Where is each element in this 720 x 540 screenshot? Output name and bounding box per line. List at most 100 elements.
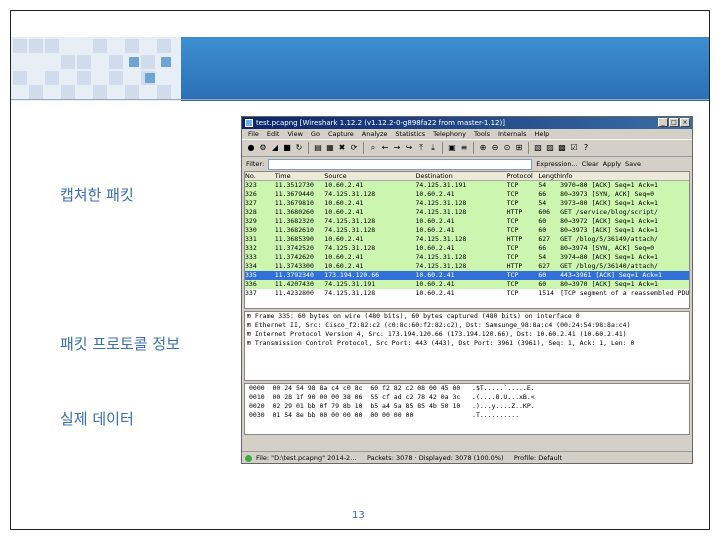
column-header-protocol[interactable]: Protocol bbox=[507, 172, 539, 180]
packet-row[interactable]: 332 11.3742520 74.125.31.128 10.60.2.41 TCP 6… bbox=[245, 244, 689, 253]
apply-button[interactable]: Apply bbox=[603, 160, 621, 168]
packet-bytes-pane[interactable]: 0000 00 24 54 98 8a c4 c0 8c 60 f2 82 c2… bbox=[244, 383, 690, 435]
menu-view[interactable]: View bbox=[287, 129, 302, 139]
status-profile[interactable]: Profile: Default bbox=[514, 454, 562, 462]
packet-cell-len: 60 bbox=[538, 217, 547, 225]
packet-cell-len: 60 bbox=[538, 280, 547, 288]
packet-row[interactable]: 337 11.4232800 74.125.31.128 10.60.2.41 TCP 1… bbox=[245, 289, 689, 298]
packet-cell-src: 10.60.2.41 bbox=[324, 208, 364, 216]
open-icon[interactable]: ▤ bbox=[313, 143, 323, 153]
capture-filter-icon[interactable]: ▧ bbox=[533, 143, 543, 153]
hex-dump-line[interactable]: 0030 01 54 8e bb 00 00 00 00 00 00 00 00… bbox=[245, 411, 689, 420]
display-filter-icon[interactable]: ▨ bbox=[545, 143, 555, 153]
window-titlebar[interactable]: test.pcapng [Wireshark 1.12.2 (v1.12.2-0… bbox=[242, 117, 692, 129]
packet-row[interactable]: 333 11.3742620 10.60.2.41 74.125.31.128 TCP 5… bbox=[245, 253, 689, 262]
packet-row[interactable]: 328 11.3680260 10.60.2.41 74.125.31.128 HTTP… bbox=[245, 208, 689, 217]
column-header-info[interactable]: Info bbox=[560, 172, 689, 180]
hex-dump-line[interactable]: 0020 02 29 01 bb 0f 79 8b 10 b5 a4 5a 85… bbox=[245, 402, 689, 411]
column-header-length[interactable]: Length bbox=[538, 172, 560, 180]
packet-row[interactable]: 335 11.3792340 173.194.120.66 10.60.2.41 TCP… bbox=[245, 271, 689, 280]
colorize-icon[interactable]: ▣ bbox=[447, 143, 457, 153]
save-icon[interactable]: ▦ bbox=[325, 143, 335, 153]
record-icon[interactable]: ● bbox=[246, 143, 256, 153]
back-icon[interactable]: ← bbox=[380, 143, 390, 153]
menu-file[interactable]: File bbox=[248, 129, 259, 139]
help-icon[interactable]: ? bbox=[581, 143, 591, 153]
hex-dump-line[interactable]: 0010 00 28 1f 90 00 00 38 06 55 cf ad c2… bbox=[245, 393, 689, 402]
packet-list-pane[interactable]: No. Time Source Destination Protocol Length In… bbox=[244, 171, 690, 309]
start-icon[interactable]: ◢ bbox=[270, 143, 280, 153]
zoom-reset-icon[interactable]: ⊙ bbox=[502, 143, 512, 153]
expert-info-icon[interactable] bbox=[245, 455, 252, 462]
packet-cell-dst: 10.60.2.41 bbox=[415, 226, 455, 234]
packet-row[interactable]: 329 11.3682320 74.125.31.128 10.60.2.41 TCP 6… bbox=[245, 217, 689, 226]
save-button[interactable]: Save bbox=[625, 160, 641, 168]
close-button[interactable]: × bbox=[680, 118, 690, 127]
coloring-rules-icon[interactable]: ▩ bbox=[557, 143, 567, 153]
menu-help[interactable]: Help bbox=[534, 129, 549, 139]
packet-list-header: No. Time Source Destination Protocol Length In… bbox=[245, 172, 689, 181]
menu-capture[interactable]: Capture bbox=[328, 129, 354, 139]
menu-statistics[interactable]: Statistics bbox=[395, 129, 425, 139]
packet-details-pane[interactable]: ⊞ Frame 335: 60 bytes on wire (480 bits)… bbox=[244, 311, 690, 381]
maximize-button[interactable]: □ bbox=[669, 118, 679, 127]
packet-cell-time: 11.3679810 bbox=[274, 199, 314, 207]
packet-row[interactable]: 334 11.3743300 10.60.2.41 74.125.31.128 HTTP… bbox=[245, 262, 689, 271]
hex-dump-line[interactable]: 0000 00 24 54 98 8a c4 c0 8c 60 f2 82 c2… bbox=[245, 384, 689, 393]
settings-icon[interactable]: ⚙ bbox=[258, 143, 268, 153]
packet-cell-proto: TCP bbox=[506, 253, 519, 261]
forward-icon[interactable]: → bbox=[392, 143, 402, 153]
packet-cell-time: 11.4207430 bbox=[274, 280, 314, 288]
menu-internals[interactable]: Internals bbox=[498, 129, 526, 139]
zoom-out-icon[interactable]: ⊖ bbox=[490, 143, 500, 153]
menu-telephony[interactable]: Telephony bbox=[433, 129, 466, 139]
column-header-source[interactable]: Source bbox=[324, 172, 415, 180]
menu-edit[interactable]: Edit bbox=[267, 129, 280, 139]
menu-analyze[interactable]: Analyze bbox=[362, 129, 388, 139]
packet-cell-time: 11.3743300 bbox=[274, 262, 314, 270]
detail-tree-item[interactable]: ⊞ Frame 335: 60 bytes on wire (480 bits)… bbox=[245, 312, 689, 321]
last-icon[interactable]: ⤓ bbox=[428, 143, 438, 153]
detail-tree-item[interactable]: ⊞ Internet Protocol Version 4, Src: 173.… bbox=[245, 330, 689, 339]
column-header-no[interactable]: No. bbox=[245, 172, 275, 180]
autoscroll-icon[interactable]: ≡ bbox=[459, 143, 469, 153]
packet-cell-proto: TCP bbox=[506, 280, 519, 288]
menu-go[interactable]: Go bbox=[311, 129, 320, 139]
packet-cell-proto: HTTP bbox=[506, 208, 523, 216]
toolbar-separator bbox=[473, 142, 474, 154]
packet-row[interactable]: 330 11.3682610 74.125.31.128 10.60.2.41 TCP 6… bbox=[245, 226, 689, 235]
resize-columns-icon[interactable]: ⊞ bbox=[514, 143, 524, 153]
column-header-destination[interactable]: Destination bbox=[415, 172, 506, 180]
zoom-in-icon[interactable]: ⊕ bbox=[478, 143, 488, 153]
detail-tree-item[interactable]: ⊞ Ethernet II, Src: Cisco_f2:82:c2 (c0:8… bbox=[245, 321, 689, 330]
menu-tools[interactable]: Tools bbox=[474, 129, 490, 139]
packet-cell-len: 66 bbox=[538, 190, 547, 198]
close-file-icon[interactable]: ✖ bbox=[337, 143, 347, 153]
minimize-button[interactable]: _ bbox=[658, 118, 668, 127]
column-header-time[interactable]: Time bbox=[275, 172, 325, 180]
packet-cell-info: [TCP segment of a reassembled PDU] bbox=[560, 289, 689, 297]
stop-icon[interactable]: ■ bbox=[282, 143, 292, 153]
packet-cell-dst: 10.60.2.41 bbox=[415, 244, 455, 252]
toolbar-separator bbox=[528, 142, 529, 154]
packet-row[interactable]: 326 11.3679440 74.125.31.128 10.60.2.41 TCP 6… bbox=[245, 190, 689, 199]
find-icon[interactable]: ⌕ bbox=[368, 143, 378, 153]
filter-input[interactable] bbox=[268, 158, 533, 170]
first-icon[interactable]: ⤒ bbox=[416, 143, 426, 153]
restart-icon[interactable]: ↻ bbox=[294, 143, 304, 153]
reload-icon[interactable]: ⟳ bbox=[349, 143, 359, 153]
packet-row[interactable]: 336 11.4207430 74.125.31.191 10.60.2.41 TCP 6… bbox=[245, 280, 689, 289]
packet-cell-info: GET /blog/5/36149/attach/ bbox=[560, 235, 658, 243]
packet-row[interactable]: 331 11.3685390 10.60.2.41 74.125.31.128 HTTP… bbox=[245, 235, 689, 244]
goto-icon[interactable]: ↪ bbox=[404, 143, 414, 153]
expression-button[interactable]: Expression... bbox=[536, 160, 577, 168]
preferences-icon[interactable]: ☑ bbox=[569, 143, 579, 153]
page-number: 13 bbox=[352, 510, 365, 521]
packet-row[interactable]: 327 11.3679810 10.60.2.41 74.125.31.128 TCP 5… bbox=[245, 199, 689, 208]
packet-cell-src: 74.125.31.191 bbox=[324, 280, 376, 288]
detail-tree-item[interactable]: ⊞ Transmission Control Protocol, Src Por… bbox=[245, 339, 689, 348]
packet-row[interactable]: 323 11.3512730 10.60.2.41 74.125.31.191 TCP 5… bbox=[245, 181, 689, 190]
packet-cell-src: 10.60.2.41 bbox=[324, 181, 364, 189]
clear-button[interactable]: Clear bbox=[582, 160, 599, 168]
packet-cell-info: 80→3973 [ACK] Seq=1 Ack=1 bbox=[560, 226, 658, 234]
